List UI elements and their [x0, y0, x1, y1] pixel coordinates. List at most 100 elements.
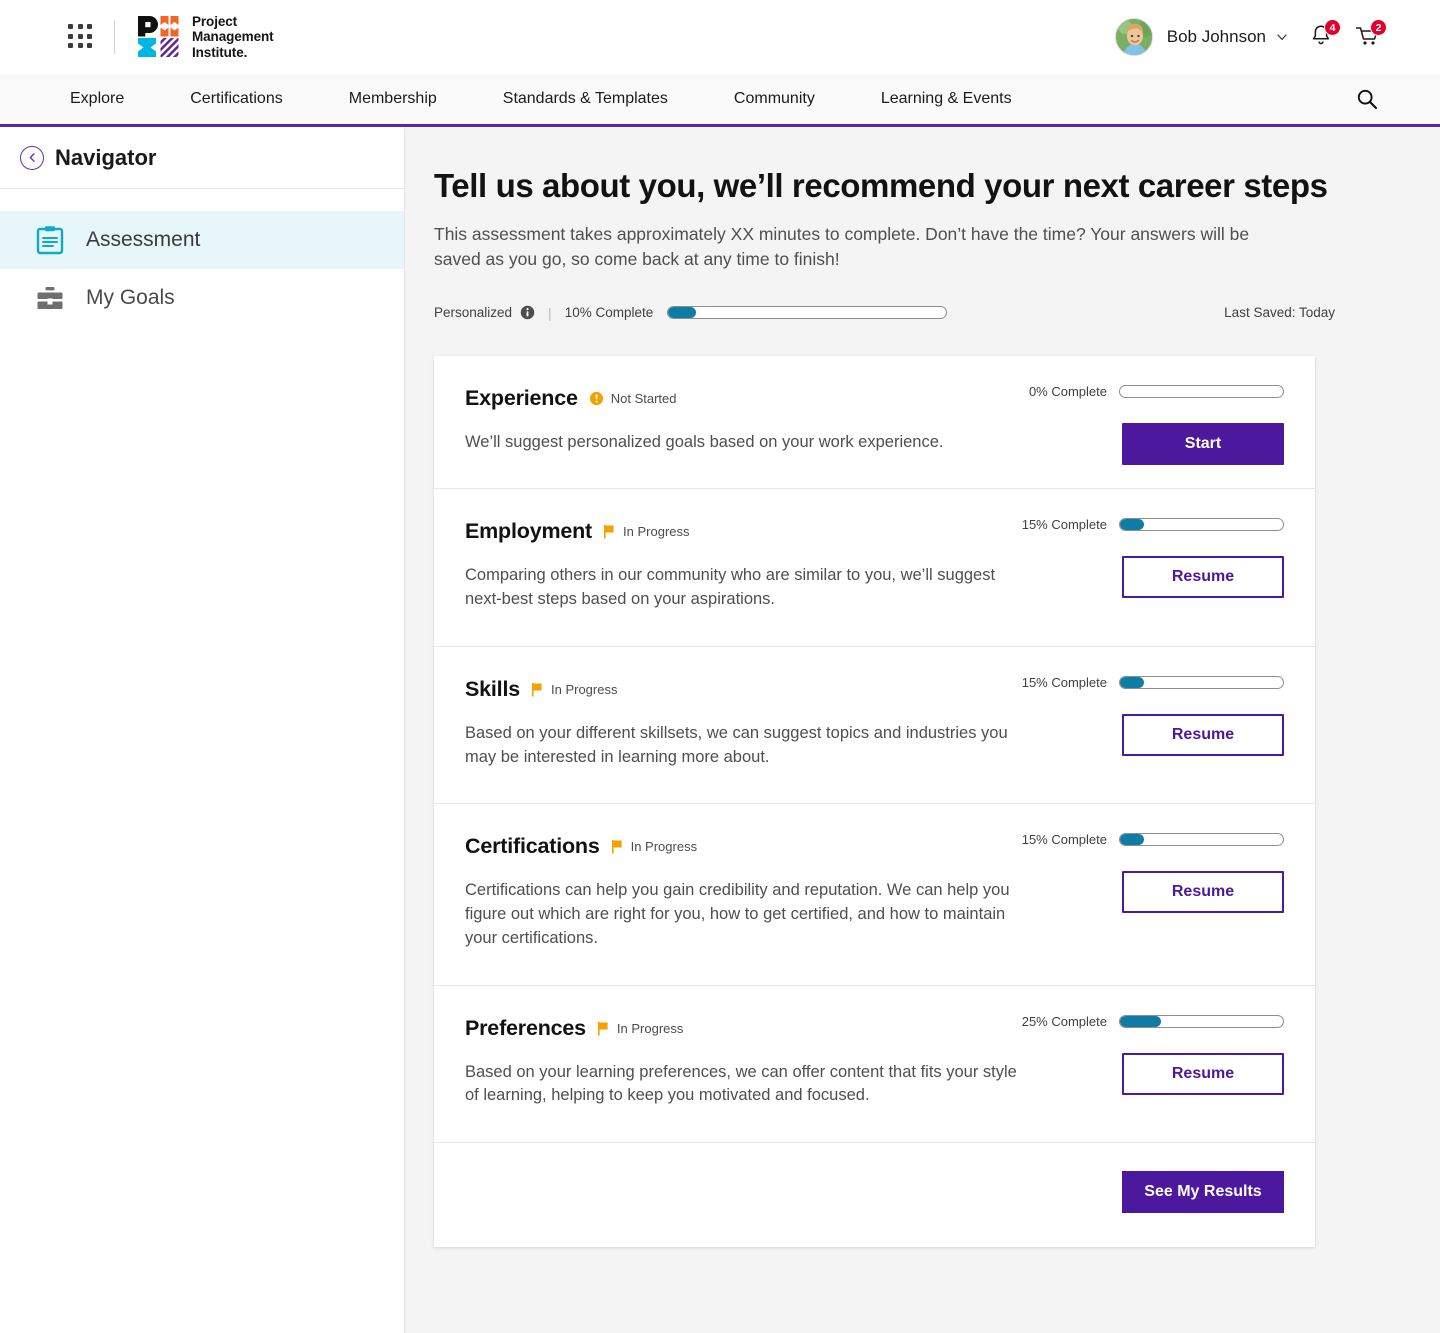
section-title: Skills — [465, 676, 520, 701]
alert-circle-icon — [589, 391, 603, 405]
section-left: Skills In Progress Based on your differe… — [465, 677, 1025, 770]
chevron-left-circle-icon[interactable] — [20, 145, 44, 170]
flag-icon — [597, 1021, 608, 1036]
status-text: In Progress — [623, 524, 690, 540]
section-progress-bar — [1119, 675, 1284, 689]
overall-progress-fill — [668, 307, 697, 319]
section-progress-row: 15% Complete — [1022, 832, 1284, 847]
assessment-card: Experience Not Started We’ll suggest per… — [434, 355, 1315, 1248]
section-progress-bar — [1119, 1014, 1284, 1028]
section-header: Employment In Progress — [465, 519, 1025, 544]
section-header: Preferences In Progress — [465, 1016, 1025, 1041]
section-right: 0% Complete Start — [984, 384, 1284, 465]
pmi-logo-text: Project Management Institute. — [192, 14, 274, 61]
section-description: Based on your learning preferences, we c… — [465, 1062, 1017, 1105]
logo-line-3: Institute. — [192, 44, 248, 60]
sidebar: Navigator Assessment My Goals — [0, 127, 405, 1333]
page-title: Tell us about you, we’ll recommend your … — [434, 167, 1328, 204]
page-body: Navigator Assessment My Goals Tell us ab… — [0, 127, 1440, 1333]
section-percent-label: 15% Complete — [1021, 674, 1107, 690]
page-description: This assessment takes approximately XX m… — [434, 223, 1250, 269]
header-divider — [114, 20, 115, 54]
section-progress-row: 0% Complete — [1029, 384, 1284, 399]
status-badge: In Progress — [603, 524, 690, 540]
top-bar: Project Management Institute. Bob Johnso… — [0, 0, 1440, 74]
resume-button[interactable]: Resume — [1122, 556, 1284, 599]
notifications-badge: 4 — [1324, 19, 1341, 36]
section-percent-label: 15% Complete — [1021, 517, 1107, 533]
status-text: In Progress — [550, 681, 618, 697]
nav-item-certifications[interactable]: Certifications — [190, 90, 282, 108]
pmi-logo[interactable]: Project Management Institute. — [137, 14, 274, 61]
section-description: Comparing others in our community who ar… — [465, 566, 996, 609]
see-my-results-button[interactable]: See My Results — [1122, 1171, 1284, 1214]
section-title: Certifications — [465, 834, 600, 859]
section-left: Preferences In Progress Based on your le… — [465, 1016, 1025, 1109]
section-description: Based on your different skillsets, we ca… — [465, 723, 1008, 766]
section-left: Certifications In Progress Certification… — [465, 834, 1025, 950]
section-progress-bar — [1119, 833, 1284, 847]
search-icon[interactable] — [1356, 88, 1378, 110]
info-icon[interactable] — [520, 305, 535, 320]
section-preferences: Preferences In Progress Based on your le… — [434, 986, 1315, 1144]
section-description: Certifications can help you gain credibi… — [465, 881, 1010, 947]
main-navigation: Explore Certifications Membership Standa… — [0, 74, 1440, 127]
section-title: Experience — [465, 385, 578, 410]
status-badge: In Progress — [611, 839, 697, 854]
section-description: We’ll suggest personalized goals based o… — [465, 432, 944, 451]
status-badge: In Progress — [531, 682, 617, 697]
nav-item-community[interactable]: Community — [734, 90, 815, 108]
last-saved-label: Last Saved: Today — [1224, 305, 1335, 321]
resume-button[interactable]: Resume — [1122, 1052, 1284, 1095]
section-progress-row: 25% Complete — [1022, 1014, 1284, 1029]
status-text: In Progress — [616, 1020, 684, 1036]
status-badge: In Progress — [597, 1021, 683, 1036]
logo-line-2: Management — [192, 29, 274, 45]
section-employment: Employment In Progress Comparing others … — [434, 489, 1315, 647]
chevron-left-icon — [29, 153, 35, 162]
section-progress-row: 15% Complete — [1022, 675, 1284, 690]
nav-item-standards-templates[interactable]: Standards & Templates — [503, 90, 668, 108]
notifications-button[interactable]: 4 — [1308, 19, 1341, 52]
section-title: Employment — [465, 519, 593, 544]
sidebar-item-assessment[interactable]: Assessment — [0, 211, 404, 269]
chevron-down-icon[interactable] — [1276, 31, 1288, 43]
section-progress-fill — [1120, 519, 1145, 531]
nav-item-membership[interactable]: Membership — [349, 90, 437, 108]
section-title: Preferences — [465, 1015, 586, 1040]
resume-button[interactable]: Resume — [1122, 871, 1284, 914]
section-header: Certifications In Progress — [465, 834, 1025, 859]
section-progress-fill — [1120, 834, 1145, 846]
nav-item-explore[interactable]: Explore — [70, 90, 124, 108]
section-experience: Experience Not Started We’ll suggest per… — [434, 356, 1315, 490]
resume-button[interactable]: Resume — [1122, 713, 1284, 756]
start-button[interactable]: Start — [1122, 422, 1284, 465]
cart-button[interactable]: 2 — [1354, 19, 1387, 52]
section-header: Experience Not Started — [465, 386, 1025, 411]
section-certifications: Certifications In Progress Certification… — [434, 804, 1315, 986]
flag-icon — [531, 682, 542, 697]
meta-separator: | — [548, 304, 552, 321]
nav-items: Explore Certifications Membership Standa… — [0, 90, 1012, 108]
section-header: Skills In Progress — [465, 677, 1025, 702]
clipboard-icon — [36, 226, 64, 255]
section-progress-row: 15% Complete — [1022, 517, 1284, 532]
card-footer: See My Results — [434, 1143, 1315, 1247]
section-left: Employment In Progress Comparing others … — [465, 519, 1025, 612]
logo-line-1: Project — [192, 13, 238, 29]
main-inner: Tell us about you, we’ll recommend your … — [405, 167, 1440, 1248]
nav-item-learning-events[interactable]: Learning & Events — [881, 90, 1012, 108]
sidebar-title: Navigator — [55, 144, 157, 170]
section-progress-fill — [1120, 1015, 1161, 1027]
personalized-label: Personalized — [434, 305, 513, 321]
avatar-image — [1115, 19, 1152, 55]
overall-percent-label: 10% Complete — [564, 305, 654, 321]
sidebar-item-my-goals[interactable]: My Goals — [0, 269, 404, 327]
apps-grid-icon[interactable] — [68, 24, 94, 50]
avatar[interactable] — [1114, 18, 1153, 56]
user-name[interactable]: Bob Johnson — [1167, 27, 1266, 47]
section-progress-bar — [1119, 518, 1284, 532]
section-percent-label: 25% Complete — [1021, 1013, 1107, 1029]
section-percent-label: 15% Complete — [1021, 832, 1107, 848]
status-badge: Not Started — [589, 391, 677, 406]
